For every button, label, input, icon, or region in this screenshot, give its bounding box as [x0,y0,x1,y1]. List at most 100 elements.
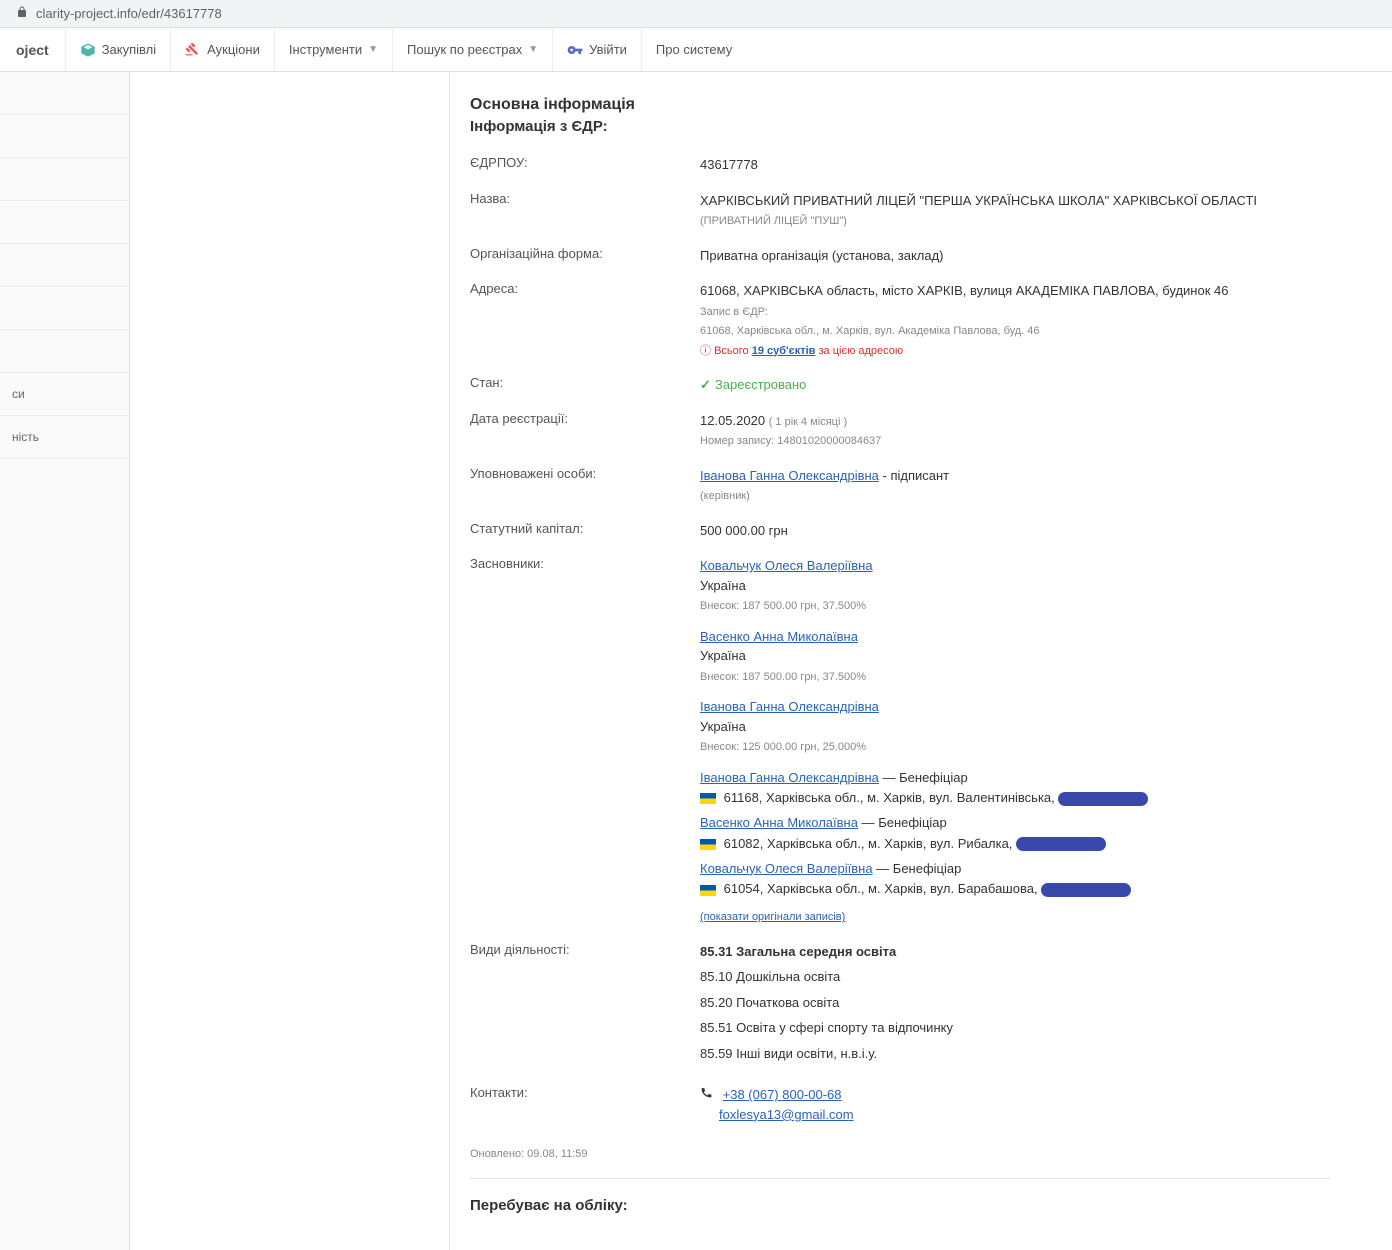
label-contacts: Контакти: [470,1085,700,1124]
name-short: (ПРИВАТНИЙ ЛІЦЕЙ "ПУШ") [700,215,847,227]
nav-brand[interactable]: oject [0,42,65,58]
value-name: ХАРКІВСЬКИЙ ПРИВАТНИЙ ЛІЦЕЙ "ПЕРША УКРАЇ… [700,191,1330,230]
founder-2-share: Внесок: 187 500.00 грн, 37.500% [700,671,866,683]
sidebar-item-5[interactable] [0,244,129,287]
value-orgform: Приватна організація (установа, заклад) [700,246,1330,266]
address-edr-value: 61068, Харківська обл., м. Харків, вул. … [700,325,1040,337]
activity-3: 85.20 Початкова освіта [700,993,1330,1013]
label-founders: Засновники: [470,556,700,926]
row-contacts: Контакти: +38 (067) 800-00-68 foxlesya13… [470,1077,1330,1132]
lock-icon [16,6,28,21]
sidebar-item-9[interactable]: ність [0,416,129,459]
beneficiary-2-addr: 61082, Харківська обл., м. Харків, вул. … [720,836,1016,851]
nav-instruments[interactable]: Інструменти ▼ [274,28,392,71]
sidebar-item-2[interactable] [0,115,129,158]
nav-auctions-label: Аукціони [207,42,260,57]
section-divider [470,1178,1330,1179]
address-warning: ⓘ Всього 19 суб'єктів за цією адресою [700,345,903,357]
activity-4: 85.51 Освіта у сфері спорту та відпочинк… [700,1018,1330,1038]
person-link[interactable]: Іванова Ганна Олександрівна [700,468,879,483]
nav-auctions[interactable]: Аукціони [170,28,274,71]
nav-login-label: Увійти [589,42,627,57]
beneficiary-3-role: — Бенефіціар [873,861,962,876]
founder-2: Васенко Анна Миколаївна Україна Внесок: … [700,627,1330,686]
row-address: Адреса: 61068, ХАРКІВСЬКА область, місто… [470,273,1330,367]
phone-icon [700,1085,713,1105]
ua-flag-icon [700,839,716,850]
value-regdate: 12.05.2020 ( 1 рік 4 місяці ) Номер запи… [700,411,1330,450]
person-role: - підписант [879,468,949,483]
row-status: Стан: ✓ Зареєстровано [470,367,1330,403]
sidebar-item-7[interactable] [0,330,129,373]
activity-5: 85.59 Інші види освіти, н.в.і.у. [700,1044,1330,1064]
row-edrpou: ЄДРПОУ: 43617778 [470,147,1330,183]
beneficiary-2: Васенко Анна Миколаївна — Бенефіціар 610… [700,813,1330,855]
sidebar-item-6[interactable] [0,287,129,330]
label-address: Адреса: [470,281,700,359]
label-orgform: Організаційна форма: [470,246,700,266]
value-contacts: +38 (067) 800-00-68 foxlesya13@gmail.com [700,1085,1330,1124]
show-originals-link[interactable]: (показати оригінали записів) [700,911,845,923]
addr-count-suffix: за цією адресою [815,345,903,357]
founder-1-link[interactable]: Ковальчук Олеся Валеріївна [700,558,873,573]
main-navigation: oject Закупівлі Аукціони Інструменти ▼ П… [0,28,1392,72]
beneficiary-2-link[interactable]: Васенко Анна Миколаївна [700,815,858,830]
founder-3-share: Внесок: 125 000.00 грн, 25.000% [700,741,866,753]
gavel-icon [185,42,201,58]
updated-text: Оновлено: 09.08, 11:59 [470,1148,1330,1160]
nav-login[interactable]: Увійти [552,28,641,71]
value-edrpou: 43617778 [700,155,1330,175]
status-text: Зареєстровано [715,375,807,395]
email-link[interactable]: foxlesya13@gmail.com [719,1107,854,1122]
main-area: Основна інформація Інформація з ЄДР: ЄДР… [130,72,1392,1250]
row-founders: Засновники: Ковальчук Олеся Валеріївна У… [470,548,1330,934]
sidebar-item-8[interactable]: си [0,373,129,416]
label-name: Назва: [470,191,700,230]
label-activities: Види діяльності: [470,942,700,1070]
founder-2-link[interactable]: Васенко Анна Миколаївна [700,629,858,644]
url-text: clarity-project.info/edr/43617778 [36,6,222,21]
ua-flag-icon [700,885,716,896]
sidebar-item-4[interactable] [0,201,129,244]
beneficiary-1-addr: 61168, Харківська обл., м. Харків, вул. … [720,790,1058,805]
value-capital: 500 000.00 грн [700,521,1330,541]
founder-2-country: Україна [700,648,746,663]
phone-link[interactable]: +38 (067) 800-00-68 [723,1087,842,1102]
content: Основна інформація Інформація з ЄДР: ЄДР… [450,72,1350,1250]
beneficiary-1-link[interactable]: Іванова Ганна Олександрівна [700,770,879,785]
name-full: ХАРКІВСЬКИЙ ПРИВАТНИЙ ЛІЦЕЙ "ПЕРША УКРАЇ… [700,193,1257,208]
row-persons: Уповноважені особи: Іванова Ганна Олекса… [470,458,1330,513]
person-subrole: (керівник) [700,490,750,502]
value-founders: Ковальчук Олеся Валеріївна Україна Внесо… [700,556,1330,926]
sidebar: си ність [0,72,130,1250]
row-name: Назва: ХАРКІВСЬКИЙ ПРИВАТНИЙ ЛІЦЕЙ "ПЕРШ… [470,183,1330,238]
redacted-block [1041,883,1131,897]
beneficiary-3-link[interactable]: Ковальчук Олеся Валеріївна [700,861,873,876]
activity-2: 85.10 Дошкільна освіта [700,967,1330,987]
chevron-down-icon: ▼ [528,44,538,55]
nav-about[interactable]: Про систему [641,28,746,71]
content-spacer [130,72,450,1250]
addr-count-prefix: Всього [714,345,752,357]
nav-registers[interactable]: Пошук по реєстрах ▼ [392,28,552,71]
regdate-age: ( 1 рік 4 місяці ) [769,416,847,428]
addr-count-link[interactable]: 19 суб'єктів [752,345,816,357]
beneficiary-1-role: — Бенефіціар [879,770,968,785]
founder-3-link[interactable]: Іванова Ганна Олександрівна [700,699,879,714]
label-regdate: Дата реєстрації: [470,411,700,450]
sidebar-item-1[interactable] [0,72,129,115]
subsection-title-edr: Інформація з ЄДР: [470,118,1330,135]
value-persons: Іванова Ганна Олександрівна - підписант … [700,466,1330,505]
sidebar-item-3[interactable] [0,158,129,201]
founder-1-country: Україна [700,578,746,593]
nav-zakupivli[interactable]: Закупівлі [65,28,170,71]
founder-1-share: Внесок: 187 500.00 грн, 37.500% [700,600,866,612]
nav-instruments-label: Інструменти [289,42,362,57]
value-activities: 85.31 Загальна середня освіта 85.10 Дошк… [700,942,1330,1070]
key-icon [567,42,583,58]
founder-3: Іванова Ганна Олександрівна Україна Внес… [700,697,1330,756]
address-edr-label: Запис в ЄДР: [700,306,768,318]
founder-3-country: Україна [700,719,746,734]
subsection-title-onrecord: Перебуває на обліку: [470,1197,1330,1214]
value-status: ✓ Зареєстровано [700,375,1330,395]
